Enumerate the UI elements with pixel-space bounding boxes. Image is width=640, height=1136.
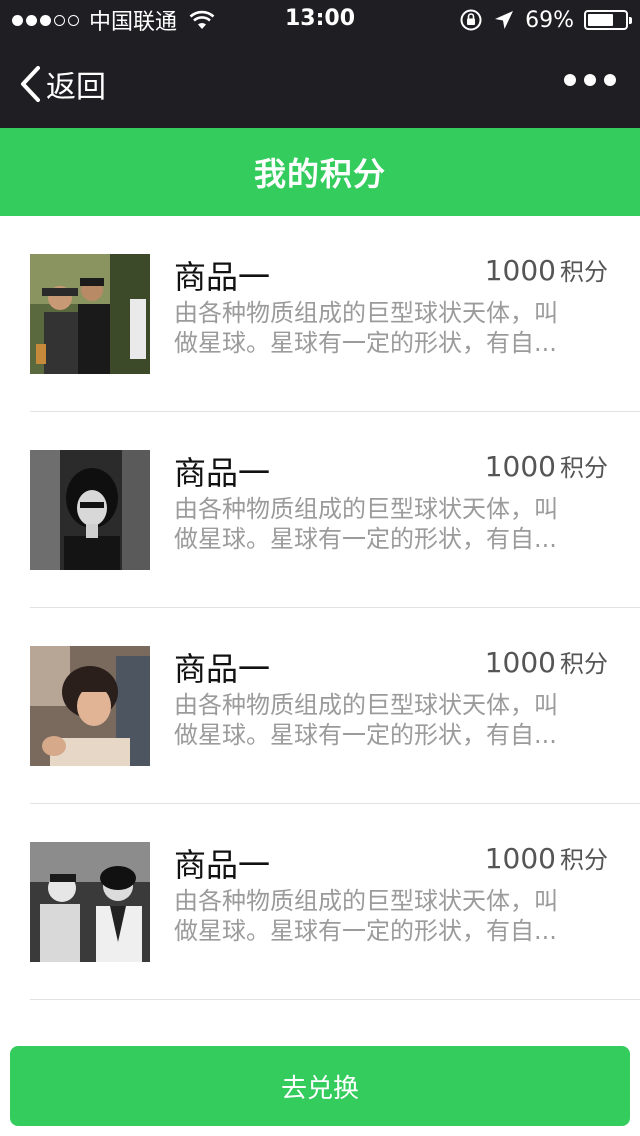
points-value: 1000 <box>484 842 556 875</box>
back-button[interactable]: 返回 <box>18 62 106 106</box>
location-arrow-icon <box>495 11 514 29</box>
status-right: 69% <box>459 6 632 34</box>
chevron-left-icon <box>21 66 40 102</box>
item-description-line: 做星球。星球有一定的形状，有自... <box>174 329 557 357</box>
product-thumbnail <box>30 254 150 374</box>
more-dots-icon[interactable] <box>564 74 616 86</box>
item-description-line: 做星球。星球有一定的形状，有自... <box>174 721 557 749</box>
points-unit: 积分 <box>560 454 608 482</box>
item-description-line: 由各种物质组成的巨型球状天体，叫 <box>174 495 558 523</box>
status-bar: 中国联通 13:00 69% <box>0 0 640 40</box>
item-description-line: 由各种物质组成的巨型球状天体，叫 <box>174 691 558 719</box>
list-item[interactable]: 商品一 1000 积分 由各种物质组成的巨型球状天体，叫 做星球。星球有一定的形… <box>0 412 640 608</box>
page-header: 我的积分 <box>0 128 640 216</box>
points-value: 1000 <box>484 646 556 679</box>
item-description-line: 做星球。星球有一定的形状，有自... <box>174 917 557 945</box>
item-title: 商品一 <box>174 454 271 492</box>
item-description: 由各种物质组成的巨型球状天体，叫 做星球。星球有一定的形状，有自... <box>174 298 610 358</box>
item-description: 由各种物质组成的巨型球状天体，叫 做星球。星球有一定的形状，有自... <box>174 886 610 946</box>
product-thumbnail <box>30 450 150 570</box>
page-title: 我的积分 <box>253 155 386 193</box>
back-label: 返回 <box>46 70 106 105</box>
item-title: 商品一 <box>174 258 271 296</box>
item-description: 由各种物质组成的巨型球状天体，叫 做星球。星球有一定的形状，有自... <box>174 494 610 554</box>
item-title: 商品一 <box>174 846 271 884</box>
points-value: 1000 <box>484 254 556 287</box>
item-description: 由各种物质组成的巨型球状天体，叫 做星球。星球有一定的形状，有自... <box>174 690 610 750</box>
exchange-button[interactable]: 去兑换 <box>10 1046 630 1126</box>
item-points: 1000 积分 <box>485 448 608 483</box>
item-description-line: 由各种物质组成的巨型球状天体，叫 <box>174 299 558 327</box>
points-value: 1000 <box>484 450 556 483</box>
product-list: 商品一 1000 积分 由各种物质组成的巨型球状天体，叫 做星球。星球有一定的形… <box>0 216 640 1000</box>
product-thumbnail <box>30 646 150 766</box>
points-unit: 积分 <box>560 846 608 874</box>
list-item[interactable]: 商品一 1000 积分 由各种物质组成的巨型球状天体，叫 做星球。星球有一定的形… <box>0 216 640 412</box>
list-item[interactable]: 商品一 1000 积分 由各种物质组成的巨型球状天体，叫 做星球。星球有一定的形… <box>0 804 640 1000</box>
battery-icon <box>584 10 632 30</box>
item-title: 商品一 <box>174 650 271 688</box>
nav-bar: 返回 <box>0 40 640 128</box>
item-description-line: 由各种物质组成的巨型球状天体，叫 <box>174 887 558 915</box>
item-points: 1000 积分 <box>485 840 608 875</box>
points-unit: 积分 <box>560 650 608 678</box>
list-item[interactable]: 商品一 1000 积分 由各种物质组成的巨型球状天体，叫 做星球。星球有一定的形… <box>0 608 640 804</box>
item-points: 1000 积分 <box>485 252 608 287</box>
battery-percent: 69% <box>525 7 574 33</box>
points-unit: 积分 <box>560 258 608 286</box>
orientation-lock-icon <box>460 9 482 31</box>
item-description-line: 做星球。星球有一定的形状，有自... <box>174 525 557 553</box>
product-thumbnail <box>30 842 150 962</box>
item-points: 1000 积分 <box>485 644 608 679</box>
